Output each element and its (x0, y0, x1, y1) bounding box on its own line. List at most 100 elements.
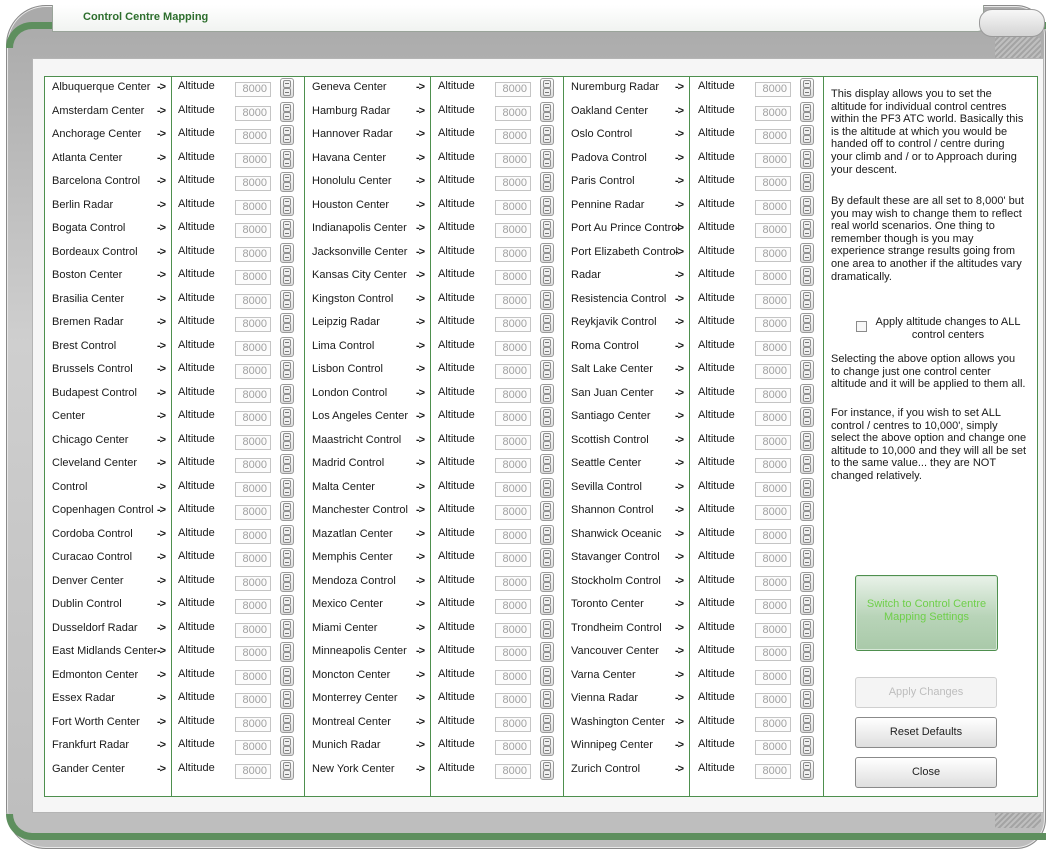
spinner-up-icon[interactable] (803, 338, 811, 347)
spinner-up-icon[interactable] (283, 197, 291, 206)
spinner-down-icon[interactable] (543, 440, 551, 449)
spinner-up-icon[interactable] (803, 150, 811, 159)
spinner-up-icon[interactable] (283, 103, 291, 112)
altitude-input[interactable]: 8000 (235, 481, 271, 497)
spinner-down-icon[interactable] (543, 323, 551, 331)
altitude-spinner[interactable] (280, 618, 294, 639)
spinner-down-icon[interactable] (283, 534, 291, 543)
altitude-input[interactable]: 8000 (235, 622, 271, 638)
altitude-input[interactable]: 8000 (235, 246, 271, 262)
spinner-down-icon[interactable] (803, 628, 811, 637)
spinner-down-icon[interactable] (543, 182, 551, 190)
altitude-spinner[interactable] (280, 454, 294, 474)
spinner-up-icon[interactable] (543, 644, 551, 652)
spinner-up-icon[interactable] (283, 362, 291, 370)
spinner-up-icon[interactable] (803, 103, 811, 112)
spinner-up-icon[interactable] (543, 291, 551, 300)
altitude-input[interactable]: 8000 (495, 599, 531, 614)
spinner-down-icon[interactable] (283, 323, 291, 331)
altitude-input[interactable]: 8000 (495, 740, 531, 755)
spinner-down-icon[interactable] (543, 346, 551, 355)
altitude-input[interactable]: 8000 (235, 387, 271, 403)
altitude-spinner[interactable] (800, 336, 814, 357)
spinner-up-icon[interactable] (803, 550, 811, 558)
altitude-input[interactable]: 8000 (495, 152, 531, 168)
altitude-input[interactable]: 8000 (755, 293, 791, 309)
spinner-up-icon[interactable] (283, 573, 291, 582)
apply-all-label[interactable]: Apply altitude changes to ALL control ce… (873, 316, 1023, 341)
altitude-spinner[interactable] (280, 595, 294, 615)
spinner-down-icon[interactable] (803, 675, 811, 684)
altitude-input[interactable]: 8000 (495, 622, 531, 638)
spinner-up-icon[interactable] (543, 479, 551, 488)
spinner-down-icon[interactable] (803, 88, 811, 96)
spinner-up-icon[interactable] (803, 174, 811, 182)
spinner-up-icon[interactable] (803, 268, 811, 276)
spinner-down-icon[interactable] (543, 769, 551, 778)
switch-mapping-button[interactable]: Switch to Control Centre Mapping Setting… (855, 575, 998, 651)
altitude-input[interactable]: 8000 (495, 434, 531, 450)
spinner-down-icon[interactable] (803, 581, 811, 590)
altitude-input[interactable]: 8000 (495, 293, 531, 309)
altitude-spinner[interactable] (800, 736, 814, 756)
altitude-input[interactable]: 8000 (495, 693, 531, 708)
altitude-input[interactable]: 8000 (755, 246, 791, 262)
spinner-down-icon[interactable] (283, 605, 291, 613)
altitude-input[interactable]: 8000 (755, 387, 791, 403)
spinner-down-icon[interactable] (543, 417, 551, 425)
spinner-up-icon[interactable] (803, 691, 811, 699)
altitude-input[interactable]: 8000 (755, 528, 791, 544)
spinner-down-icon[interactable] (803, 158, 811, 167)
altitude-input[interactable]: 8000 (495, 129, 531, 144)
spinner-up-icon[interactable] (803, 362, 811, 370)
altitude-input[interactable]: 8000 (495, 246, 531, 262)
altitude-input[interactable]: 8000 (755, 599, 791, 614)
altitude-input[interactable]: 8000 (755, 434, 791, 450)
altitude-spinner[interactable] (800, 407, 814, 427)
spinner-up-icon[interactable] (543, 409, 551, 417)
altitude-input[interactable]: 8000 (495, 340, 531, 356)
altitude-spinner[interactable] (800, 524, 814, 545)
altitude-input[interactable]: 8000 (755, 646, 791, 661)
spinner-up-icon[interactable] (803, 620, 811, 629)
altitude-input[interactable]: 8000 (495, 552, 531, 567)
altitude-input[interactable]: 8000 (755, 763, 791, 779)
spinner-down-icon[interactable] (543, 229, 551, 237)
spinner-down-icon[interactable] (803, 511, 811, 519)
spinner-up-icon[interactable] (283, 315, 291, 323)
spinner-down-icon[interactable] (543, 88, 551, 96)
altitude-input[interactable]: 8000 (755, 199, 791, 215)
spinner-down-icon[interactable] (543, 158, 551, 167)
altitude-input[interactable]: 8000 (235, 505, 271, 520)
spinner-down-icon[interactable] (283, 276, 291, 284)
spinner-up-icon[interactable] (283, 221, 291, 229)
spinner-up-icon[interactable] (283, 409, 291, 417)
spinner-down-icon[interactable] (803, 699, 811, 707)
altitude-spinner[interactable] (280, 172, 294, 192)
spinner-up-icon[interactable] (803, 197, 811, 206)
altitude-input[interactable]: 8000 (495, 411, 531, 426)
altitude-input[interactable]: 8000 (755, 575, 791, 591)
spinner-down-icon[interactable] (803, 370, 811, 378)
altitude-spinner[interactable] (280, 665, 294, 686)
altitude-input[interactable]: 8000 (755, 411, 791, 426)
altitude-input[interactable]: 8000 (495, 528, 531, 544)
spinner-down-icon[interactable] (283, 135, 291, 143)
altitude-spinner[interactable] (800, 383, 814, 404)
spinner-up-icon[interactable] (283, 738, 291, 746)
altitude-input[interactable]: 8000 (495, 387, 531, 403)
altitude-spinner[interactable] (540, 125, 554, 145)
spinner-down-icon[interactable] (283, 417, 291, 425)
altitude-input[interactable]: 8000 (495, 481, 531, 497)
altitude-spinner[interactable] (540, 759, 554, 780)
spinner-down-icon[interactable] (803, 111, 811, 120)
altitude-input[interactable]: 8000 (495, 669, 531, 685)
window-control-button[interactable] (979, 9, 1045, 37)
spinner-down-icon[interactable] (283, 464, 291, 472)
spinner-up-icon[interactable] (543, 432, 551, 441)
altitude-spinner[interactable] (800, 642, 814, 662)
spinner-up-icon[interactable] (803, 714, 811, 723)
spinner-up-icon[interactable] (803, 667, 811, 676)
altitude-input[interactable]: 8000 (495, 505, 531, 520)
spinner-down-icon[interactable] (543, 652, 551, 660)
